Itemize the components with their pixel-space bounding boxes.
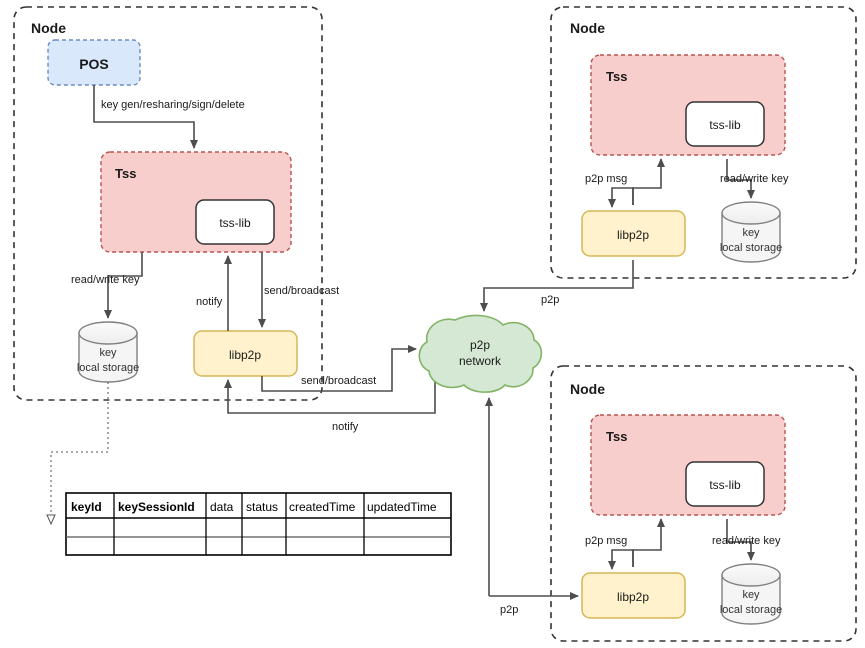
storage-cylinder-top-right-top xyxy=(721,201,781,225)
edge-pos-to-tss xyxy=(93,85,198,149)
edge-libp2p-to-tss-top-right xyxy=(632,158,665,205)
storage-cylinder-top-right-line1: key xyxy=(742,227,760,239)
edge-bottom-right-to-cloud xyxy=(485,397,579,600)
label-tss-send-broadcast: send/broadcast xyxy=(264,285,339,297)
storage-cylinder-bottom-right-line1: key xyxy=(742,589,760,601)
edge-tss-to-libp2p-top-right xyxy=(608,187,634,208)
label-p2p-msg-bottom-right: p2p msg xyxy=(585,535,627,547)
storage-cylinder-bottom-right-line2: local storage xyxy=(720,604,782,616)
storage-cylinder-left-top xyxy=(78,321,138,345)
tss-lib-box-top-right-label: tss-lib xyxy=(709,118,741,132)
tss-box-bottom-right-title: Tss xyxy=(606,429,627,444)
label-p2p-bottom-right: p2p xyxy=(500,604,518,616)
libp2p-box-bottom-right-label: libp2p xyxy=(617,590,649,604)
storage-cylinder-top-right-line2: local storage xyxy=(720,242,782,254)
label-p2p-top-right: p2p xyxy=(541,294,559,306)
label-cloud-notify: notify xyxy=(332,421,359,433)
p2p-network-cloud[interactable]: p2p network xyxy=(418,314,543,393)
tss-box-left-title: Tss xyxy=(115,166,136,181)
tss-lib-box-bottom-right[interactable]: tss-lib xyxy=(685,461,765,507)
architecture-diagram: Node POS Tss tss-lib key local storage l… xyxy=(13,6,857,642)
libp2p-box-left-label: libp2p xyxy=(229,348,261,362)
label-libp2p-notify: notify xyxy=(196,296,223,308)
tss-box-left[interactable]: Tss tss-lib xyxy=(100,151,292,253)
libp2p-box-left[interactable]: libp2p xyxy=(193,330,298,377)
pos-box[interactable]: POS xyxy=(47,39,141,86)
node-bottom-right: Node Tss tss-lib libp2p key local storag… xyxy=(550,365,857,642)
node-top-right-title: Node xyxy=(570,20,605,36)
key-table-header-keyid: keyId xyxy=(71,500,102,514)
label-libp2p-send-broadcast: send/broadcast xyxy=(301,375,376,387)
tss-lib-box-top-right[interactable]: tss-lib xyxy=(685,101,765,147)
label-p2p-msg-top-right: p2p msg xyxy=(585,173,627,185)
tss-lib-box-left-label: tss-lib xyxy=(219,216,251,230)
key-table-header-data: data xyxy=(210,500,234,514)
key-table-header-updatedtime: updatedTime xyxy=(367,500,437,514)
tss-box-top-right-title: Tss xyxy=(606,69,627,84)
tss-lib-box-bottom-right-label: tss-lib xyxy=(709,478,741,492)
tss-box-top-right[interactable]: Tss tss-lib xyxy=(590,54,786,156)
node-bottom-right-title: Node xyxy=(570,381,605,397)
key-table-header-row: keyId keySessionId data status createdTi… xyxy=(71,500,437,514)
edge-libp2p-to-tss-bottom-right xyxy=(632,518,665,567)
label-read-write-key-bottom-right: read/write key xyxy=(712,535,781,547)
key-table-header-status: status xyxy=(246,500,278,514)
key-table-header-createdtime: createdTime xyxy=(289,500,356,514)
label-read-write-key-top-right: read/write key xyxy=(720,173,789,185)
libp2p-box-top-right-label: libp2p xyxy=(617,228,649,242)
libp2p-box-bottom-right[interactable]: libp2p xyxy=(581,572,686,619)
p2p-network-cloud-line1: p2p xyxy=(470,338,490,352)
node-top-right: Node Tss tss-lib libp2p key local storag… xyxy=(550,6,857,279)
pos-box-label: POS xyxy=(79,56,109,72)
key-table[interactable]: keyId keySessionId data status createdTi… xyxy=(65,492,452,556)
edge-labels-left: key gen/resharing/sign/delete read/write… xyxy=(71,99,376,433)
label-pos-to-tss: key gen/resharing/sign/delete xyxy=(101,99,245,111)
storage-cylinder-left[interactable]: key local storage xyxy=(77,321,139,383)
node-left-title: Node xyxy=(31,20,66,36)
storage-cylinder-top-right[interactable]: key local storage xyxy=(720,201,782,263)
storage-cylinder-left-line2: local storage xyxy=(77,362,139,374)
tss-lib-box-left[interactable]: tss-lib xyxy=(195,199,275,245)
edge-tss-to-libp2p-bottom-right xyxy=(608,549,634,570)
storage-cylinder-left-line1: key xyxy=(99,347,117,359)
node-left: Node POS Tss tss-lib key local storage l… xyxy=(13,6,323,401)
tss-box-bottom-right[interactable]: Tss tss-lib xyxy=(590,414,786,516)
storage-cylinder-bottom-right[interactable]: key local storage xyxy=(720,563,782,625)
libp2p-box-top-right[interactable]: libp2p xyxy=(581,210,686,257)
label-tss-to-storage: read/write key xyxy=(71,274,140,286)
p2p-network-cloud-line2: network xyxy=(459,354,502,368)
key-table-header-keysessionid: keySessionId xyxy=(118,500,195,514)
storage-cylinder-bottom-right-top xyxy=(721,563,781,587)
